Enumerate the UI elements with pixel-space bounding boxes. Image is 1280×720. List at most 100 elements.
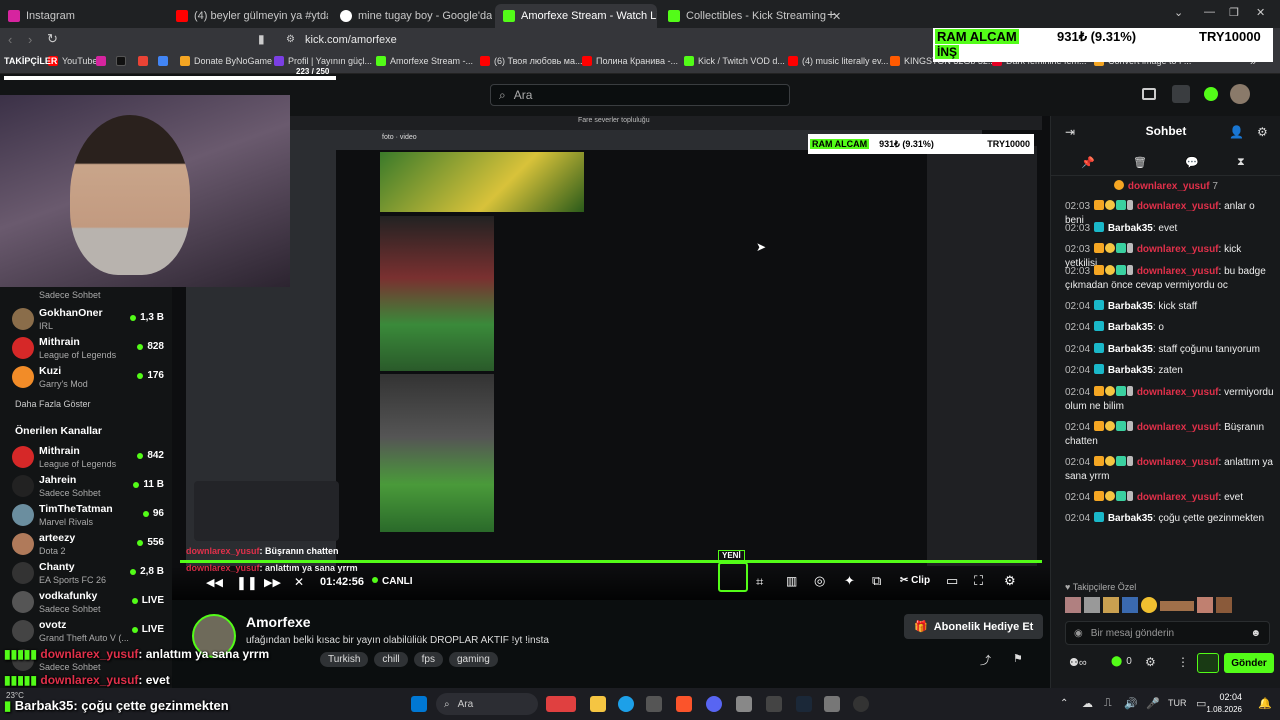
bookmark-profil[interactable]: Profil | Yayının güçl... [274, 56, 372, 66]
emote-icon[interactable] [1141, 597, 1157, 613]
streamer-name[interactable]: Amorfexe [246, 614, 311, 630]
bookmark-icon[interactable]: ▮ [258, 32, 265, 46]
chat-username[interactable]: Barbak35 [1108, 365, 1153, 376]
sparkle-icon[interactable]: ✦ [844, 573, 855, 589]
crop-icon[interactable]: ⌗ [756, 574, 763, 590]
discord-icon[interactable] [706, 696, 722, 712]
fullscreen-icon[interactable]: ⛶ [974, 573, 983, 589]
tab-amorfexe[interactable]: Amorfexe Stream - Watch Live o ✕ [495, 4, 657, 28]
bookmark-gmail-icon[interactable] [138, 56, 148, 66]
notifications-icon[interactable]: 🔔 [1258, 697, 1272, 710]
channel-points-icon[interactable]: ⚉∞ [1069, 656, 1087, 669]
chat-username[interactable]: downlarex_yusuf [1137, 457, 1219, 468]
speed-icon[interactable]: ◎ [814, 573, 825, 589]
widget-icon[interactable] [546, 696, 576, 712]
file-explorer-icon[interactable] [590, 696, 606, 712]
send-button[interactable]: Gönder [1224, 653, 1274, 673]
store-icon[interactable] [646, 696, 662, 712]
sidebar-channel[interactable]: Jahrein Sadece Sohbet 11 B [12, 471, 168, 501]
edge-icon[interactable] [618, 696, 634, 712]
search-input[interactable]: ⌕ Ara [490, 84, 790, 106]
emote-picker-icon[interactable]: ☻ [1250, 628, 1261, 639]
mic-icon[interactable]: 🎤 [1146, 697, 1160, 710]
settings-icon[interactable]: ⚙ [1004, 573, 1016, 589]
stream-tag[interactable]: gaming [449, 652, 498, 667]
bookmark-translate-icon[interactable] [158, 56, 168, 66]
emote-icon[interactable] [1065, 597, 1081, 613]
settings-icon[interactable]: ⚙ [1145, 655, 1156, 669]
share-icon[interactable]: ⤴ [980, 652, 991, 668]
bookmark-instagram-icon[interactable] [96, 56, 106, 66]
chat-username[interactable]: downlarex_yusuf [1137, 201, 1219, 212]
tray-app-icon[interactable]: ☁ [1082, 697, 1093, 710]
pinned-user[interactable]: downlarex_yusuf 7 [1051, 180, 1280, 192]
emote-shortcut-icon[interactable] [1197, 653, 1219, 673]
chat-message[interactable]: 02:04 Barbak35: zaten [1065, 364, 1275, 378]
volume-icon[interactable]: 🔊 [1124, 697, 1138, 710]
sidebar-channel[interactable]: Kuzi Garry's Mod 176 [12, 362, 168, 392]
minimize-button[interactable]: — [1204, 6, 1215, 18]
chat-message[interactable]: 02:04 downlarex_yusuf: evet [1065, 490, 1275, 505]
language-indicator[interactable]: TUR [1168, 698, 1187, 708]
emote-icon[interactable] [1084, 597, 1100, 613]
app-icon[interactable] [766, 696, 782, 712]
show-more-link[interactable]: Daha Fazla Göster [15, 399, 91, 409]
stream-tag[interactable]: fps [413, 652, 443, 667]
windows-start-icon[interactable] [411, 696, 427, 712]
mute-icon[interactable]: ✕ [294, 575, 304, 589]
app-icon[interactable] [824, 696, 840, 712]
bookmark-donate[interactable]: Donate ByNoGame [180, 56, 272, 66]
chat-username[interactable]: Barbak35 [1108, 322, 1153, 333]
emote-icon[interactable] [1197, 597, 1213, 613]
pin-icon[interactable]: 📌 [1081, 156, 1095, 169]
sidebar-channel[interactable]: GokhanOner IRL 1,3 B [12, 304, 168, 334]
clip-button[interactable]: ✂ Clip [900, 575, 930, 586]
dashboard-icon[interactable] [1172, 85, 1190, 103]
sidebar-channel[interactable]: vodkafunky Sadece Sohbet LIVE [12, 587, 168, 617]
sidebar-channel[interactable]: ovotz Grand Theft Auto V (... LIVE [12, 616, 168, 646]
back-icon[interactable]: ‹ [8, 32, 12, 47]
app-icon[interactable] [736, 696, 752, 712]
chat-username[interactable]: downlarex_yusuf [1137, 492, 1219, 503]
brave-icon[interactable] [676, 696, 692, 712]
tab-collectibles[interactable]: Collectibles - Kick Streaming ✕ [660, 4, 845, 28]
stream-tag[interactable]: chill [374, 652, 408, 667]
chat-username[interactable]: downlarex_yusuf [1137, 244, 1219, 255]
chat-username[interactable]: downlarex_yusuf [1137, 266, 1219, 277]
chat-message[interactable]: 02:04 downlarex_yusuf: Büşranın chatten [1065, 420, 1275, 449]
tray-chevron-icon[interactable]: ⌃ [1060, 698, 1068, 709]
emote-icon[interactable] [1216, 597, 1232, 613]
sidebar-channel[interactable]: Mithrain League of Legends 828 [12, 333, 168, 363]
chat-message[interactable]: 02:04 Barbak35: staff çoğunu tanıyorum [1065, 342, 1275, 357]
obs-icon[interactable] [853, 696, 869, 712]
rewind-icon[interactable]: ◀◀ [206, 576, 223, 589]
sidebar-channel[interactable]: Chanty EA Sports FC 26 2,8 B [12, 558, 168, 588]
forward-icon[interactable]: ▶▶ [264, 576, 281, 589]
chat-input[interactable]: ◉ Bir mesaj gönderin ☻ [1065, 621, 1270, 645]
reload-icon[interactable]: ↻ [47, 31, 58, 47]
hourglass-icon[interactable]: ⧗ [1237, 156, 1245, 169]
chat-message[interactable]: 02:04 downlarex_yusuf: vermiyordu olum n… [1065, 385, 1275, 414]
stats-icon[interactable]: ▥ [786, 574, 797, 588]
more-options-icon[interactable]: ⋮ [1177, 655, 1189, 669]
bookmark-amorfexe[interactable]: Amorfexe Stream -... [376, 56, 473, 66]
new-tab-button[interactable]: + [827, 6, 835, 22]
maximize-button[interactable]: ❐ [1229, 6, 1239, 19]
chat-message[interactable]: 02:03 Barbak35: evet [1065, 221, 1275, 236]
chat-bubble-icon[interactable]: 💬 [1185, 156, 1199, 169]
stream-tag[interactable]: Turkish [320, 652, 369, 667]
chat-message[interactable]: 02:03 downlarex_yusuf: bu badge çıkmadan… [1065, 264, 1275, 293]
window-close-button[interactable]: ✕ [1256, 6, 1265, 19]
tab-google[interactable]: mine tugay boy - Google'da Ara [332, 4, 492, 28]
bookmark-music[interactable]: (4) music literally ev... [788, 56, 888, 66]
video-player[interactable]: Fare severler topluluğu foto · video RAM… [172, 116, 1050, 600]
emote-icon[interactable] [1122, 597, 1138, 613]
bookmark-song2[interactable]: Полина Кранива -... [582, 56, 678, 66]
sidebar-channel[interactable]: TimTheTatman Marvel Rivals 96 [12, 500, 168, 530]
theater-mode-icon[interactable] [1142, 88, 1156, 100]
chat-username[interactable]: downlarex_yusuf [1137, 387, 1219, 398]
sidebar-channel[interactable]: arteezy Dota 2 556 [12, 529, 168, 559]
tab-instagram[interactable]: Instagram [0, 4, 165, 28]
chat-username[interactable]: Barbak35 [1108, 223, 1153, 234]
taskbar-date[interactable]: 1.08.2026 [1202, 705, 1242, 714]
